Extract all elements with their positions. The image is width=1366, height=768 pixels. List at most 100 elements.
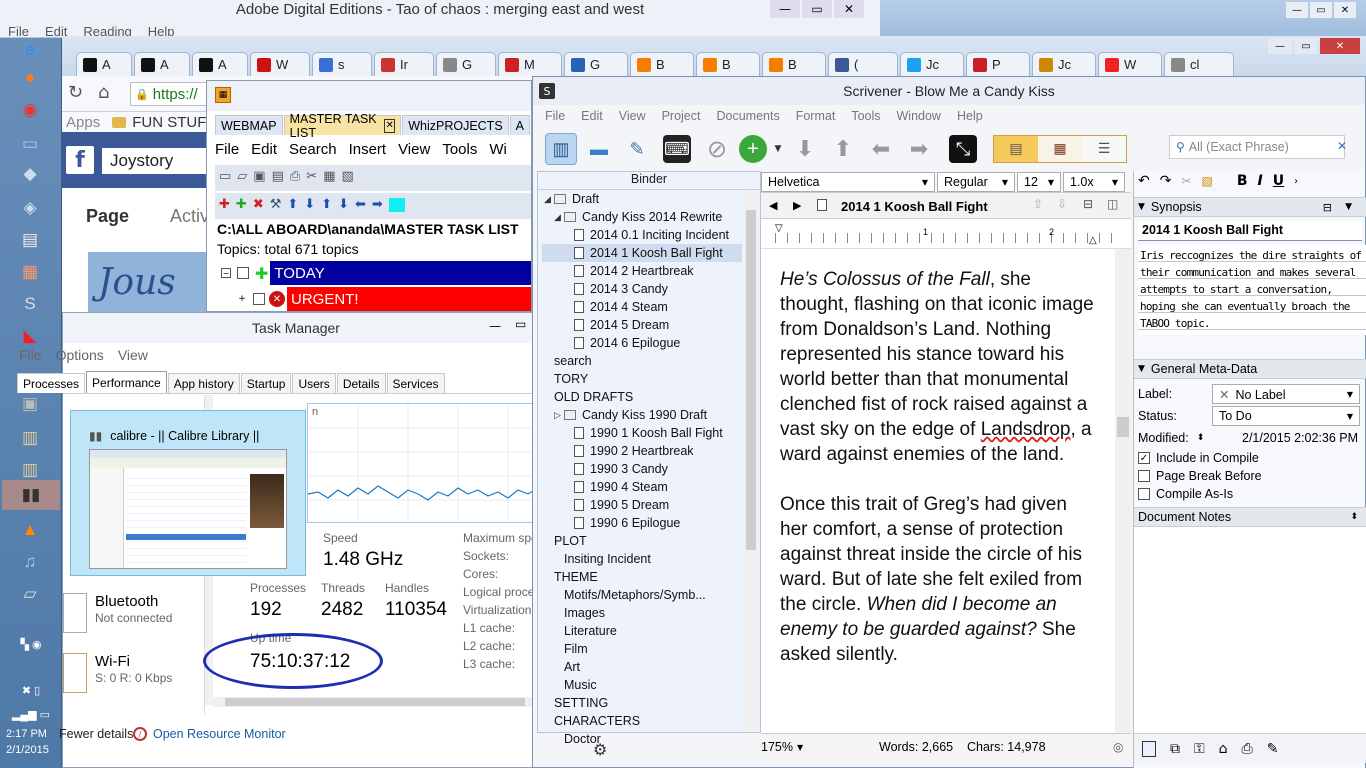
collapse-icon[interactable]: ▼ [1138, 364, 1145, 374]
book-icon[interactable]: ▥ [14, 424, 46, 452]
binder-item[interactable]: 1990 5 Dream [542, 496, 742, 514]
disclosure-triangle-icon[interactable]: ◢ [554, 212, 564, 223]
binder-item[interactable]: SETTING [542, 694, 742, 712]
chrome-tab[interactable]: A [134, 52, 190, 76]
close-icon[interactable]: ✕ [834, 0, 864, 18]
font-select[interactable]: Helvetica ▼ [761, 172, 935, 192]
wifi-label[interactable]: Wi-Fi [95, 653, 130, 670]
whiz-row-urgent[interactable]: + ✕ URGENT! [237, 287, 531, 311]
references-icon[interactable]: ⧉ [1170, 741, 1180, 757]
size-select[interactable]: 12 ▼ [1017, 172, 1061, 192]
left-icon[interactable]: ⬅ [355, 197, 366, 212]
checkbox-checked[interactable]: ✓ [1138, 452, 1150, 464]
itunes-icon[interactable]: ♫ [14, 548, 46, 576]
target-icon[interactable]: ◎ [1113, 740, 1123, 754]
binder-item[interactable]: Literature [542, 622, 742, 640]
fewer-details-link[interactable]: Fewer details [59, 727, 133, 741]
prev-doc-icon[interactable]: ⇧ [1033, 197, 1043, 211]
ade-menu-file[interactable]: File [8, 24, 29, 39]
sort-icon[interactable]: ⬍ [1350, 512, 1358, 522]
maximize-icon[interactable]: ▭ [515, 317, 526, 331]
binder-item[interactable]: Motifs/Metaphors/Symb... [542, 586, 742, 604]
bold-icon[interactable]: B [1237, 173, 1248, 189]
binder-scrollbar[interactable] [744, 190, 758, 730]
whiz-menu-edit[interactable]: Edit [251, 141, 277, 158]
whiz-menu-view[interactable]: View [398, 141, 430, 158]
right-margin-marker-icon[interactable]: △ [1089, 235, 1097, 246]
up-icon[interactable]: ⬆ [321, 197, 332, 212]
scriv-menu-project[interactable]: Project [662, 109, 701, 123]
chrome-tab[interactable]: G [436, 52, 496, 76]
scriv-menu-edit[interactable]: Edit [581, 109, 603, 123]
pdf-icon[interactable]: ◣ [14, 322, 46, 350]
binder-item[interactable]: Insiting Incident [542, 550, 742, 568]
facebook-logo-icon[interactable]: f [66, 146, 94, 174]
tm-menu-options[interactable]: Options [56, 347, 104, 363]
chrome-tab[interactable]: s [312, 52, 372, 76]
status-select[interactable]: To Do ▼ [1212, 406, 1360, 426]
save-icon[interactable]: ▣ [253, 169, 265, 184]
whiz-tab-master[interactable]: MASTER TASK LIST ✕ [283, 112, 402, 140]
indent-marker-icon[interactable]: ▽ [775, 223, 783, 234]
chevron-down-icon[interactable]: ▼ [1345, 202, 1352, 212]
comments-icon[interactable]: ✎ [1267, 741, 1279, 757]
keywords-icon[interactable]: ⌨ [663, 135, 691, 163]
add-icon[interactable]: ✚ [219, 197, 230, 212]
minimize-icon[interactable]: — [1268, 38, 1292, 54]
chrome-tab[interactable]: B [630, 52, 694, 76]
binder-item[interactable]: 1990 1 Koosh Ball Fight [542, 424, 742, 442]
chrome-tab[interactable]: B [696, 52, 760, 76]
delete-icon[interactable]: ✖ [253, 197, 264, 212]
keywords-tab-icon[interactable]: ⚿ [1194, 741, 1205, 757]
whiz-tab-webmap[interactable]: WEBMAP [215, 115, 283, 135]
scriv-menu-file[interactable]: File [545, 109, 565, 123]
chrome-icon[interactable]: ◉ [14, 96, 46, 124]
collections-icon[interactable]: ▬ [583, 133, 615, 165]
underline-icon[interactable]: U [1273, 173, 1284, 189]
binder-item[interactable]: search [542, 352, 742, 370]
close-icon[interactable]: ✕ [1320, 38, 1360, 54]
scrivenings-view-icon[interactable]: ▤ [994, 136, 1038, 162]
whiz-menu-search[interactable]: Search [289, 141, 337, 158]
open-icon[interactable]: ▱ [237, 169, 247, 184]
facebook-search-input[interactable]: Joystory [102, 148, 212, 174]
chrome-tab[interactable]: Jc [900, 52, 964, 76]
tm-tab-startup[interactable]: Startup [240, 373, 292, 393]
binder-item[interactable]: Images [542, 604, 742, 622]
fullscreen-icon[interactable]: ⤡ [949, 135, 977, 163]
notes-area[interactable] [1134, 527, 1366, 733]
chrome-tab[interactable]: A [76, 52, 132, 76]
binder-item[interactable]: Music [542, 676, 742, 694]
checkbox[interactable] [1138, 470, 1150, 482]
new-icon[interactable]: ▭ [219, 169, 231, 184]
reload-icon[interactable]: ↻ [68, 82, 83, 103]
move-down-icon[interactable]: ⬇ [789, 133, 821, 165]
chrome-tab[interactable]: P [966, 52, 1030, 76]
chrome-tab[interactable]: Ir [374, 52, 434, 76]
down-icon[interactable]: ⬇ [304, 197, 315, 212]
chevron-right-icon[interactable]: › [1294, 176, 1298, 187]
tab-activity[interactable]: Activ [170, 206, 209, 227]
disclosure-triangle-icon[interactable]: ▷ [554, 410, 564, 421]
binder-item[interactable]: Art [542, 658, 742, 676]
open-resource-monitor-link[interactable]: / Open Resource Monitor [133, 727, 286, 741]
whiz-menu-tools[interactable]: Tools [442, 141, 477, 158]
sort-icon[interactable]: ⬍ [1197, 433, 1205, 443]
tm-tab-processes[interactable]: Processes [17, 373, 86, 393]
minimize-icon[interactable]: — [770, 0, 800, 18]
checkbox[interactable] [253, 293, 265, 305]
tools-icon[interactable]: ⚒ [270, 197, 282, 212]
tray-icons[interactable]: ▂▄▆ ▭ [4, 700, 58, 728]
forward-icon[interactable]: ▶ [793, 199, 801, 212]
maximize-icon[interactable]: ▭ [802, 0, 832, 18]
scrivener-icon[interactable]: S [14, 290, 46, 318]
synopsis-toggle-icon[interactable]: ⊟ [1323, 201, 1332, 214]
corkboard-view-icon[interactable]: ▦ [1038, 136, 1082, 162]
tm-menu-view[interactable]: View [118, 347, 148, 363]
clear-search-icon[interactable]: ✕ [1337, 139, 1347, 153]
binder-item[interactable]: Film [542, 640, 742, 658]
binder-item[interactable]: OLD DRAFTS [542, 388, 742, 406]
print-icon[interactable]: ⎙ [290, 169, 300, 184]
calibre-icon[interactable]: ▮▮ [2, 480, 60, 510]
cut-icon[interactable]: ✂ [1181, 174, 1191, 188]
